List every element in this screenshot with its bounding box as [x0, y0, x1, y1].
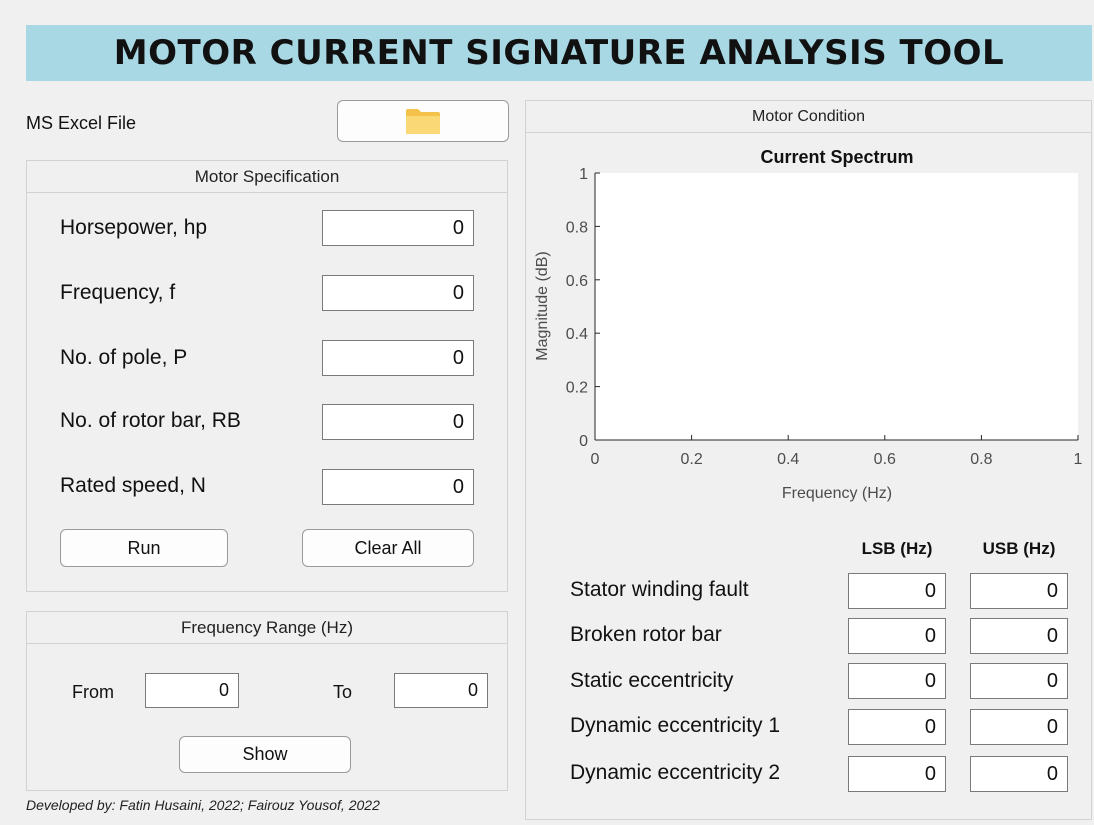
frequency-label: Frequency, f: [60, 281, 176, 304]
y-tick-label: 0.4: [566, 326, 588, 343]
dynamic-eccentricity-1-usb-field[interactable]: 0: [970, 709, 1068, 745]
frequency-field[interactable]: 0: [322, 275, 474, 311]
horsepower-label: Horsepower, hp: [60, 216, 208, 239]
plot-area: [595, 173, 1078, 440]
y-axis-label: Magnitude (dB): [534, 251, 551, 360]
run-button[interactable]: Run: [60, 529, 228, 567]
horsepower-field[interactable]: 0: [322, 210, 474, 246]
show-button[interactable]: Show: [179, 736, 351, 773]
dynamic-eccentricity-2-label: Dynamic eccentricity 2: [570, 761, 781, 784]
folder-icon: [406, 109, 440, 134]
clear-all-button[interactable]: Clear All: [302, 529, 474, 567]
poles-label: No. of pole, P: [60, 346, 188, 369]
y-tick-label: 1: [579, 166, 588, 183]
from-label: From: [72, 682, 114, 702]
stator-winding-fault-lsb-field[interactable]: 0: [848, 573, 946, 609]
current-spectrum-chart: Current Spectrum 0 0.2 0.4 0.6 0.8 1 0 0.2 0.4 0…: [534, 147, 1083, 502]
x-tick-label: 0.4: [777, 451, 799, 468]
x-tick-label: 0.6: [874, 451, 896, 468]
x-tick-label: 1: [1074, 451, 1083, 468]
motor-condition-title: Motor Condition: [526, 101, 1091, 133]
broken-rotor-bar-label: Broken rotor bar: [570, 623, 722, 646]
broken-rotor-bar-usb-field[interactable]: 0: [970, 618, 1068, 654]
y-tick-label: 0.8: [566, 219, 588, 236]
dynamic-eccentricity-1-lsb-field[interactable]: 0: [848, 709, 946, 745]
chart-title: Current Spectrum: [760, 147, 913, 167]
rotor-bars-label: No. of rotor bar, RB: [60, 409, 241, 432]
to-label: To: [333, 682, 353, 702]
range-from-field[interactable]: 0: [145, 673, 239, 708]
static-eccentricity-usb-field[interactable]: 0: [970, 663, 1068, 699]
usb-header: USB (Hz): [982, 539, 1056, 558]
poles-field[interactable]: 0: [322, 340, 474, 376]
browse-file-button[interactable]: [337, 100, 509, 142]
broken-rotor-bar-lsb-field[interactable]: 0: [848, 618, 946, 654]
y-tick-label: 0.2: [566, 380, 588, 397]
x-axis-label: Frequency (Hz): [782, 485, 892, 502]
dynamic-eccentricity-1-label: Dynamic eccentricity 1: [570, 714, 781, 737]
static-eccentricity-lsb-field[interactable]: 0: [848, 663, 946, 699]
stator-winding-fault-usb-field[interactable]: 0: [970, 573, 1068, 609]
y-tick-label: 0.6: [566, 273, 588, 290]
frequency-range-title: Frequency Range (Hz): [27, 612, 507, 644]
dynamic-eccentricity-2-usb-field[interactable]: 0: [970, 756, 1068, 792]
lsb-header: LSB (Hz): [861, 539, 933, 558]
x-tick-label: 0.8: [970, 451, 992, 468]
dynamic-eccentricity-2-lsb-field[interactable]: 0: [848, 756, 946, 792]
x-tick-label: 0.2: [680, 451, 702, 468]
rotor-bars-field[interactable]: 0: [322, 404, 474, 440]
rated-speed-field[interactable]: 0: [322, 469, 474, 505]
x-tick-label: 0: [591, 451, 600, 468]
y-tick-label: 0: [579, 433, 588, 450]
rated-speed-label: Rated speed, N: [60, 474, 206, 497]
app-title: MOTOR CURRENT SIGNATURE ANALYSIS TOOL: [26, 25, 1092, 81]
static-eccentricity-label: Static eccentricity: [570, 669, 734, 692]
stator-winding-fault-label: Stator winding fault: [570, 578, 749, 601]
excel-file-label: MS Excel File: [26, 113, 137, 133]
range-to-field[interactable]: 0: [394, 673, 488, 708]
motor-specification-title: Motor Specification: [27, 161, 507, 193]
developer-credit: Developed by: Fatin Husaini, 2022; Fairo…: [26, 797, 380, 813]
